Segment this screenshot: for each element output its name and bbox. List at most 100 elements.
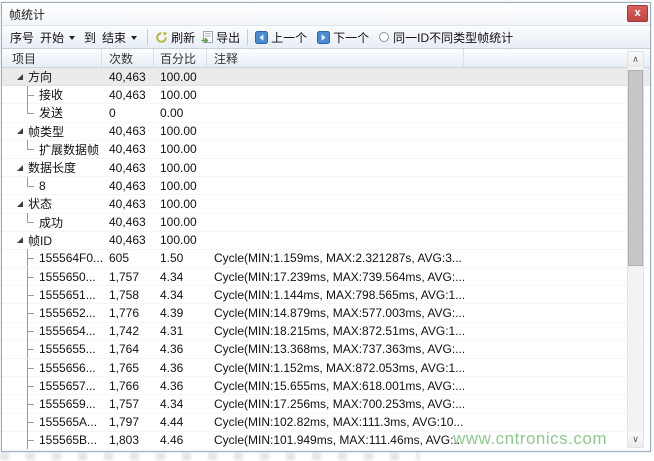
row-comment: Cycle(MIN:101.949ms, MAX:111.46ms, AVG:.… (207, 433, 464, 447)
tree-connector-icon (23, 286, 34, 304)
row-item-cell: 8 (2, 177, 102, 195)
table-row[interactable]: 1555651...1,7584.34Cycle(MIN:1.144ms, MA… (2, 286, 650, 304)
tree-expand-icon[interactable] (17, 201, 23, 207)
tree-connector-icon (23, 268, 34, 286)
screen: 帧统计 x 序号 开始 到 结束 (0, 0, 654, 461)
table-row[interactable]: 1555650...1,7574.34Cycle(MIN:17.239ms, M… (2, 268, 650, 286)
table-row[interactable]: 发送00.00 (2, 104, 650, 122)
scroll-down-button[interactable]: ∨ (628, 432, 643, 447)
tree-connector-icon (23, 395, 34, 413)
table-row[interactable]: 帧ID40,463100.00 (2, 232, 650, 250)
row-comment: Cycle(MIN:14.879ms, MAX:577.003ms, AVG:.… (207, 306, 464, 320)
table-row[interactable]: 帧类型40,463100.00 (2, 123, 650, 141)
table-row[interactable]: 数据长度40,463100.00 (2, 159, 650, 177)
row-label: 成功 (39, 214, 63, 231)
table-row[interactable]: 155564F0...6051.50Cycle(MIN:1.159ms, MAX… (2, 250, 650, 268)
table-row[interactable]: 1555652...1,7764.39Cycle(MIN:14.879ms, M… (2, 304, 650, 322)
tree-connector-icon (23, 177, 34, 195)
row-label: 数据长度 (28, 159, 76, 176)
toolbar: 序号 开始 到 结束 刷新 (2, 25, 650, 49)
table-row[interactable]: 155565A...1,7974.44Cycle(MIN:102.82ms, M… (2, 414, 650, 432)
table-row[interactable]: 155565B...1,8034.46Cycle(MIN:101.949ms, … (2, 432, 650, 450)
row-count: 40,463 (102, 197, 154, 211)
end-dropdown[interactable]: 结束 (99, 27, 143, 48)
tree-expand-icon[interactable] (17, 237, 23, 243)
table-row[interactable]: 1555655...1,7644.36Cycle(MIN:13.368ms, M… (2, 341, 650, 359)
previous-button[interactable]: 上一个 (252, 27, 310, 48)
row-item-cell: 状态 (2, 195, 102, 212)
row-label: 帧类型 (28, 123, 64, 140)
row-count: 1,742 (102, 324, 154, 338)
scrollbar-thumb[interactable] (628, 70, 643, 266)
tree-connector-icon (23, 249, 34, 267)
scroll-up-button[interactable]: ∧ (628, 52, 643, 67)
row-item-cell: 数据长度 (2, 159, 102, 176)
start-dropdown[interactable]: 开始 (37, 27, 81, 48)
serial-number-label: 序号 (7, 27, 37, 48)
table-row[interactable]: 成功 40,463100.00 (2, 214, 650, 232)
background-window-edge (0, 453, 420, 460)
column-header-comment[interactable]: 注释 (207, 49, 464, 67)
table-row[interactable]: 扩展数据帧40,463100.00 (2, 141, 650, 159)
row-item-cell: 155565A... (2, 413, 102, 431)
row-item-cell: 155564F0... (2, 249, 102, 267)
column-header-item[interactable]: 项目 (2, 49, 102, 67)
row-percent: 1.50 (154, 251, 207, 265)
table-row[interactable]: 840,463100.00 (2, 177, 650, 195)
row-percent: 4.36 (154, 379, 207, 393)
row-label: 1555656... (39, 361, 96, 375)
frame-statistics-window: 帧统计 x 序号 开始 到 结束 (1, 2, 651, 452)
refresh-button[interactable]: 刷新 (152, 27, 198, 48)
tree-connector-icon (23, 322, 34, 340)
row-label: 接收 (39, 86, 63, 103)
vertical-scrollbar[interactable]: ∧ ∨ (627, 51, 644, 448)
row-percent: 4.36 (154, 361, 207, 375)
chevron-down-icon (131, 36, 137, 40)
tree-connector-icon (23, 359, 34, 377)
row-label: 155565A... (39, 415, 97, 429)
refresh-icon (155, 31, 168, 44)
export-button[interactable]: 导出 (198, 27, 243, 48)
tree-expand-icon[interactable] (17, 128, 23, 134)
export-icon (201, 31, 213, 44)
table-row[interactable]: 接收40,463100.00 (2, 86, 650, 104)
row-count: 1,758 (102, 288, 154, 302)
tree-connector-icon (23, 413, 34, 431)
row-comment: Cycle(MIN:1.144ms, MAX:798.565ms, AVG:1.… (207, 288, 464, 302)
scroll-down-icon: ∨ (632, 435, 639, 444)
table-row[interactable]: 1555654...1,7424.31Cycle(MIN:18.215ms, M… (2, 323, 650, 341)
row-comment: Cycle(MIN:13.368ms, MAX:737.363ms, AVG:.… (207, 342, 464, 356)
table-row[interactable]: 1555659...1,7574.34Cycle(MIN:17.256ms, M… (2, 395, 650, 413)
table-row[interactable]: 1555657...1,7664.36Cycle(MIN:15.655ms, M… (2, 377, 650, 395)
row-percent: 4.36 (154, 342, 207, 356)
tree-expand-icon[interactable] (17, 74, 23, 80)
row-percent: 4.34 (154, 288, 207, 302)
table-row[interactable]: 1555656...1,7654.36Cycle(MIN:1.152ms, MA… (2, 359, 650, 377)
row-item-cell: 发送 (2, 104, 102, 122)
row-count: 1,776 (102, 306, 154, 320)
row-count: 40,463 (102, 88, 154, 102)
row-item-cell: 1555659... (2, 395, 102, 413)
row-count: 1,764 (102, 342, 154, 356)
table-row[interactable]: 方向40,463100.00 (2, 68, 650, 86)
same-id-radio-option[interactable]: 同一ID不同类型帧统计 (376, 27, 516, 48)
row-item-cell: 扩展数据帧 (2, 140, 102, 158)
next-button[interactable]: 下一个 (314, 27, 372, 48)
row-percent: 100.00 (154, 161, 207, 175)
row-count: 1,765 (102, 361, 154, 375)
column-header-percent[interactable]: 百分比 (154, 49, 207, 67)
row-item-cell: 方向 (2, 68, 102, 85)
row-label: 发送 (39, 104, 63, 121)
row-percent: 100.00 (154, 215, 207, 229)
row-count: 1,757 (102, 270, 154, 284)
tree-expand-icon[interactable] (17, 165, 23, 171)
row-percent: 100.00 (154, 233, 207, 247)
close-button[interactable]: x (627, 5, 648, 22)
table-header: 项目 次数 百分比 注释 (2, 49, 650, 68)
scrollbar-track[interactable] (628, 67, 643, 432)
table-row[interactable]: 状态40,463100.00 (2, 195, 650, 213)
row-label: 8 (39, 179, 46, 193)
column-header-count[interactable]: 次数 (102, 49, 154, 67)
row-count: 40,463 (102, 215, 154, 229)
row-label: 方向 (28, 68, 52, 85)
